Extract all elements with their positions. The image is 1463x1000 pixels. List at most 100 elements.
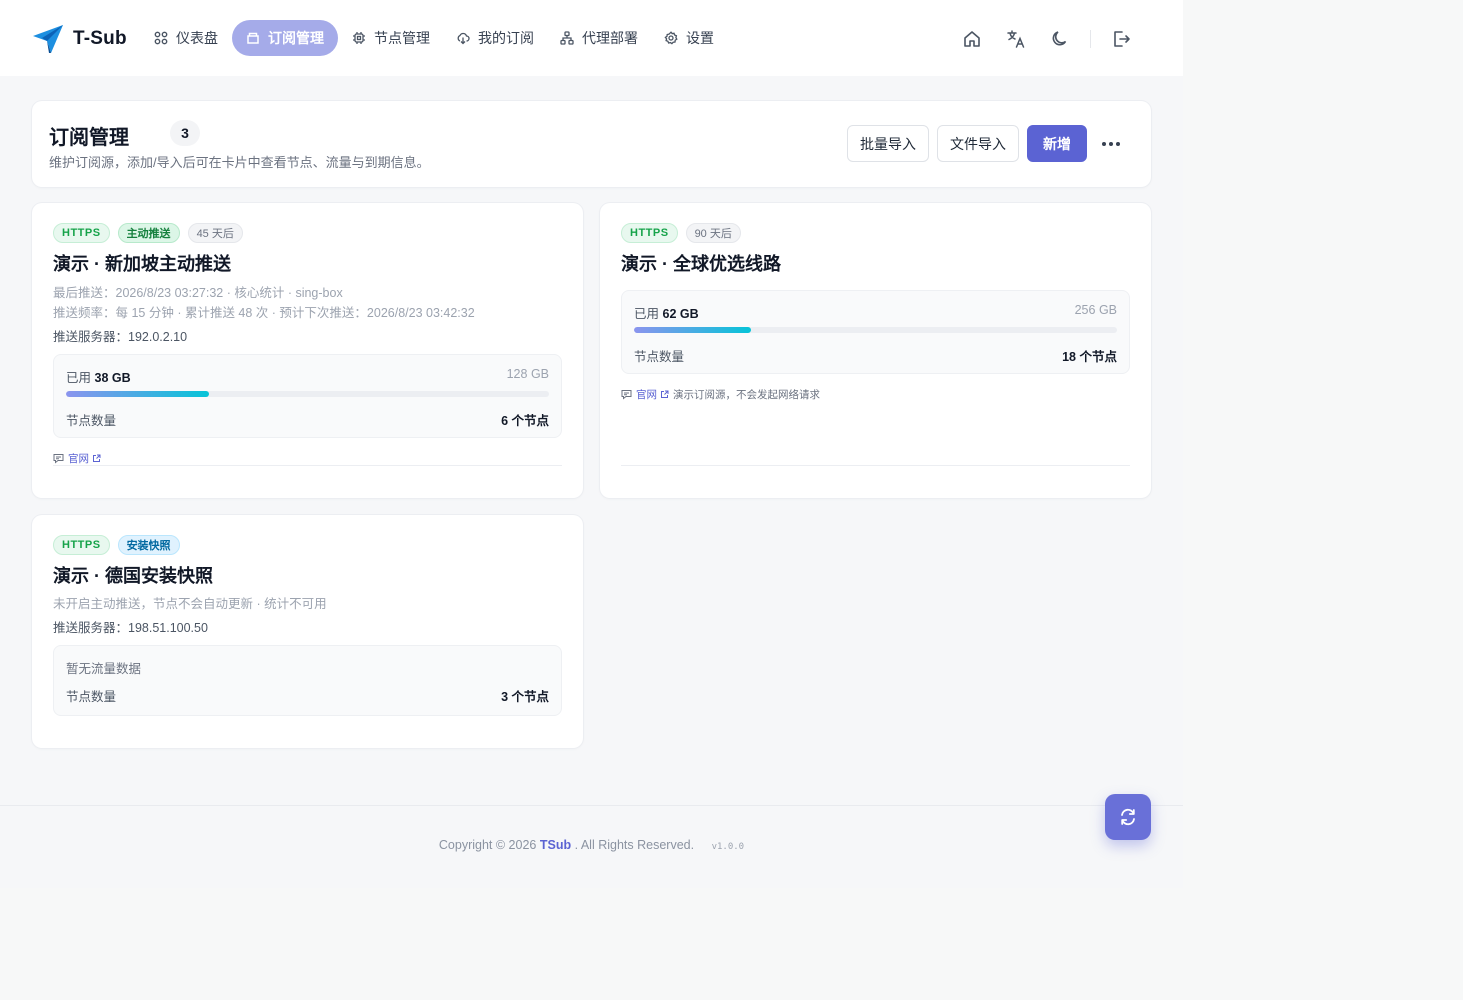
subscription-title: 演示 · 全球优选线路 [621, 254, 781, 274]
protocol-badge: HTTPS [53, 535, 110, 555]
brand[interactable]: T-Sub [32, 24, 127, 54]
nav-item-label: 节点管理 [374, 30, 430, 46]
card-divider [53, 465, 562, 466]
snapshot-badge: 安装快照 [117, 535, 180, 555]
subscription-title: 演示 · 新加坡主动推送 [53, 254, 231, 274]
node-count: 18 个节点 [1062, 350, 1117, 364]
translate-icon [1007, 30, 1025, 48]
protocol-badge: HTTPS [621, 223, 678, 243]
nav-item-settings[interactable]: 设置 [652, 20, 726, 56]
header-actions: 批量导入 文件导入 新增 [839, 125, 1131, 162]
nav-menu: 仪表盘 订阅管理 节点管理 我的订阅 代理部署 设置 [142, 20, 728, 56]
usage-panel: 已用 62 GB 256 GB 节点数量 18 个节点 [621, 290, 1130, 374]
copyright-suffix: . All Rights Reserved. [574, 838, 695, 852]
nav-item-label: 代理部署 [582, 30, 638, 46]
last-push-info: 最后推送：2026/8/23 03:27:32 · 核心统计 · sing-bo… [53, 286, 343, 300]
nav-item-label: 仪表盘 [176, 30, 218, 46]
subscription-card[interactable]: HTTPS 主动推送 45 天后 演示 · 新加坡主动推送 最后推送：2026/… [32, 203, 583, 498]
moon-icon [1052, 31, 1067, 46]
nav-item-nodes[interactable]: 节点管理 [340, 20, 442, 56]
chip-icon [353, 32, 365, 44]
refresh-button[interactable] [1105, 794, 1151, 840]
subscription-card[interactable]: HTTPS 90 天后 演示 · 全球优选线路 已用 62 GB 256 GB … [600, 203, 1151, 498]
nav-item-label: 设置 [686, 30, 714, 46]
subscription-count-badge: 3 [170, 120, 200, 146]
usage-empty: 暂无流量数据 [66, 662, 142, 676]
page-description: 维护订阅源，添加/导入后可在卡片中查看节点、流量与到期信息。 [49, 155, 430, 170]
node-count-label: 节点数量 [634, 350, 685, 364]
subscription-card[interactable]: HTTPS 安装快照 演示 · 德国安装快照 未开启主动推送，节点不会自动更新 … [32, 515, 583, 748]
external-link-icon [661, 390, 669, 398]
page-title: 订阅管理 [49, 127, 129, 149]
usage-panel: 暂无流量数据 节点数量 3 个节点 [53, 645, 562, 716]
tag-list: HTTPS 90 天后 [621, 223, 749, 243]
usage-panel: 已用 38 GB 128 GB 节点数量 6 个节点 [53, 354, 562, 438]
external-link-icon [93, 454, 101, 462]
usage-total: 128 GB [506, 367, 549, 381]
more-actions-button[interactable] [1091, 125, 1131, 162]
expiry-badge: 90 天后 [685, 223, 741, 243]
cloud-download-icon [457, 32, 470, 45]
usage-bar-fill [634, 327, 751, 333]
logout-button[interactable] [1099, 24, 1143, 54]
grid-icon [154, 31, 168, 45]
usage-bar-fill [66, 391, 210, 397]
usage-total: 256 GB [1074, 303, 1117, 317]
nav-item-dashboard[interactable]: 仪表盘 [142, 20, 230, 56]
network-icon [560, 31, 574, 45]
push-server: 推送服务器：198.51.100.50 [53, 621, 208, 635]
version-label: v1.0.0 [711, 842, 745, 852]
top-nav: T-Sub 仪表盘 订阅管理 节点管理 我的订阅 代理部署 设置 [0, 0, 1183, 76]
nav-item-my-subscription[interactable]: 我的订阅 [444, 20, 546, 56]
website-link[interactable]: 官网 [636, 387, 657, 402]
usage-bar [66, 391, 549, 397]
app-root: T-Sub 仪表盘 订阅管理 节点管理 我的订阅 代理部署 设置 订阅管理 3 … [0, 0, 1183, 888]
node-count-label: 节点数量 [66, 690, 117, 704]
more-dots-icon [1102, 141, 1120, 146]
node-count-label: 节点数量 [66, 414, 117, 428]
push-frequency-info: 推送频率：每 15 分钟 · 累计推送 48 次 · 预计下次推送：2026/8… [53, 306, 475, 320]
language-button[interactable] [994, 24, 1038, 54]
card-links: 官网 演示订阅源，不会发起网络请求 [621, 387, 820, 402]
subscription-title: 演示 · 德国安装快照 [53, 566, 213, 586]
logout-icon [1114, 31, 1130, 47]
brand-name: T-Sub [73, 28, 127, 49]
footer-brand-link[interactable]: TSub [540, 838, 571, 852]
website-link[interactable]: 官网 [68, 451, 89, 466]
push-status-info: 未开启主动推送，节点不会自动更新 · 统计不可用 [53, 597, 327, 611]
refresh-icon [1121, 808, 1135, 826]
gear-icon [664, 31, 678, 45]
home-button[interactable] [950, 24, 994, 54]
theme-toggle-button[interactable] [1038, 24, 1082, 54]
expiry-badge: 45 天后 [187, 223, 243, 243]
tag-list: HTTPS 安装快照 [53, 535, 188, 555]
file-import-button[interactable]: 文件导入 [937, 125, 1019, 162]
comment-icon [621, 390, 632, 400]
batch-import-button[interactable]: 批量导入 [847, 125, 929, 162]
node-count: 6 个节点 [501, 414, 549, 428]
usage-bar [634, 327, 1117, 333]
nav-item-subscriptions[interactable]: 订阅管理 [232, 20, 338, 56]
paper-plane-logo-icon [33, 25, 63, 53]
page-header-card: 订阅管理 3 维护订阅源，添加/导入后可在卡片中查看节点、流量与到期信息。 批量… [32, 101, 1151, 187]
add-subscription-button[interactable]: 新增 [1027, 125, 1087, 162]
footer: Copyright © 2026 TSub . All Rights Reser… [0, 838, 1183, 852]
nav-item-label: 我的订阅 [478, 30, 534, 46]
push-badge: 主动推送 [117, 223, 180, 243]
nav-item-proxy-deploy[interactable]: 代理部署 [548, 20, 650, 56]
card-links: 官网 [53, 451, 105, 466]
push-server: 推送服务器：192.0.2.10 [53, 330, 188, 344]
card-divider [621, 465, 1130, 466]
footer-divider [0, 805, 1183, 806]
nav-divider [1090, 30, 1091, 48]
node-count: 3 个节点 [501, 690, 549, 704]
nav-item-label: 订阅管理 [268, 30, 324, 46]
usage-used: 已用 62 GB [634, 307, 699, 321]
comment-icon [53, 454, 64, 464]
nav-actions [950, 24, 1143, 54]
folder-icon [247, 32, 259, 44]
link-note: 演示订阅源，不会发起网络请求 [673, 389, 820, 401]
home-icon [964, 31, 980, 47]
usage-used: 已用 38 GB [66, 371, 131, 385]
protocol-badge: HTTPS [53, 223, 110, 243]
